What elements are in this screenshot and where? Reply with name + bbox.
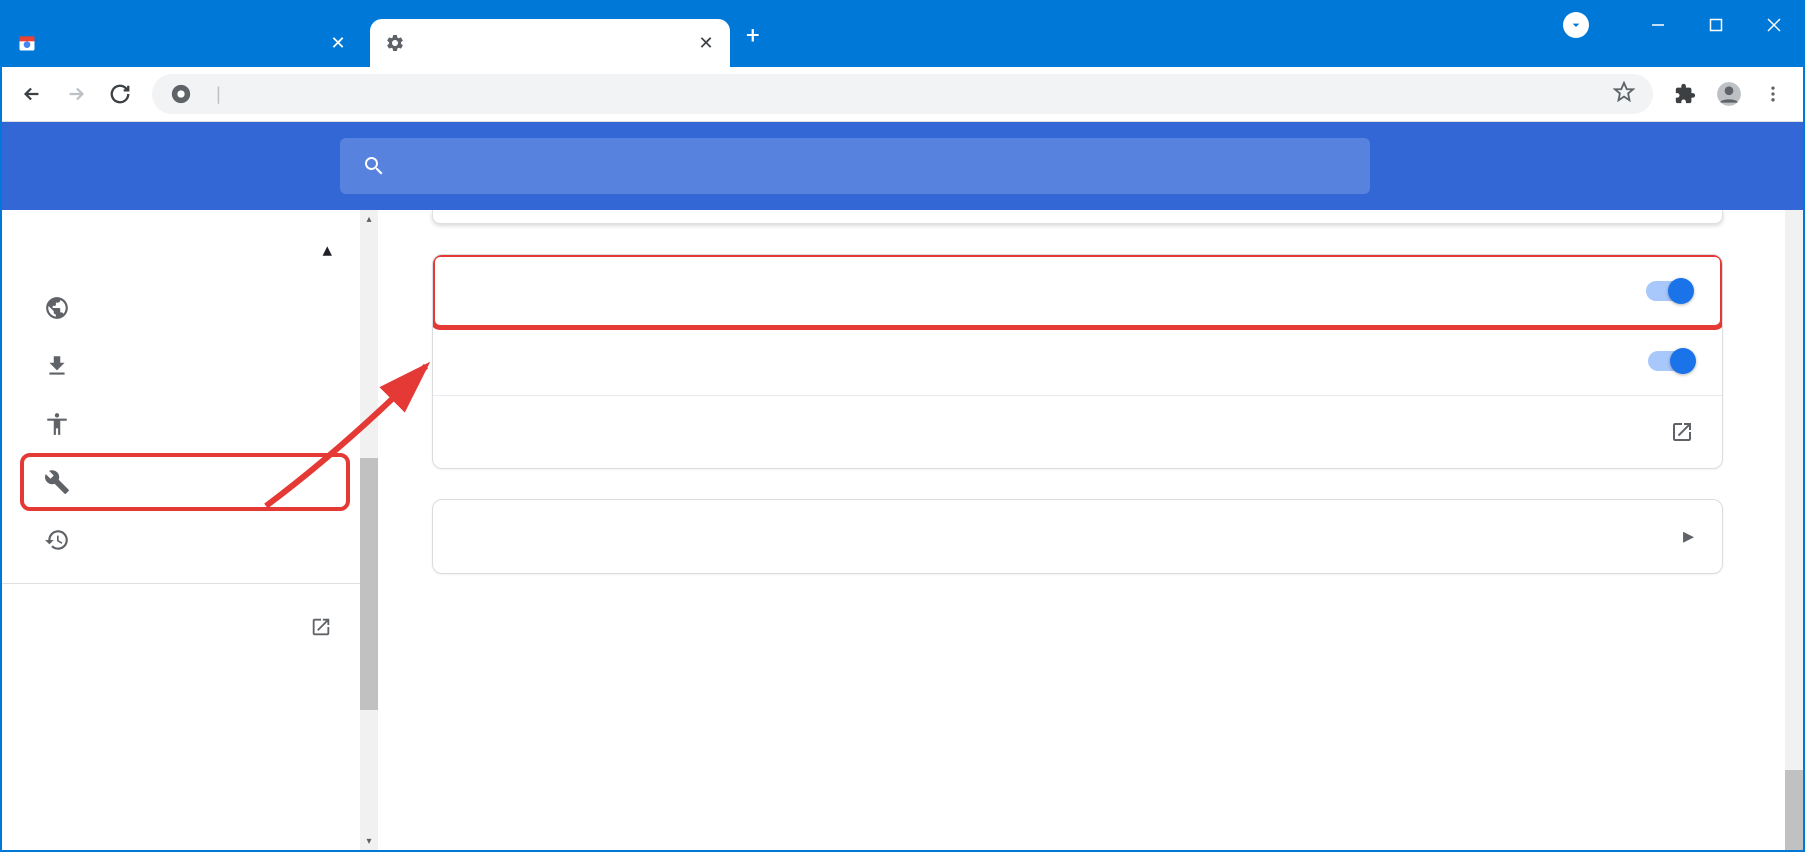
settings-main: ▸ (378, 210, 1803, 850)
sidebar-item-reset[interactable] (2, 511, 348, 569)
profile-avatar-icon[interactable] (1709, 74, 1749, 114)
sidebar-section-advanced[interactable]: ▴ (2, 220, 360, 279)
close-window-button[interactable] (1745, 2, 1803, 47)
tab-settings[interactable]: ✕ (370, 19, 730, 67)
menu-icon[interactable] (1753, 74, 1793, 114)
chevron-right-icon: ▸ (1683, 524, 1694, 549)
reload-button[interactable] (100, 74, 140, 114)
main-scrollbar[interactable] (1785, 210, 1803, 850)
search-shadow-strip (432, 210, 1723, 224)
sidebar-item-accessibility[interactable] (2, 395, 348, 453)
tab-close-icon[interactable]: ✕ (696, 33, 716, 54)
chevron-up-icon: ▴ (322, 238, 332, 261)
sidebar-item-downloads[interactable] (2, 337, 348, 395)
scroll-up-icon[interactable]: ▴ (360, 210, 378, 228)
reset-card: ▸ (432, 499, 1723, 574)
globe-icon (44, 295, 70, 321)
forward-button[interactable] (56, 74, 96, 114)
new-tab-button[interactable]: + (746, 21, 760, 49)
external-link-icon (310, 616, 332, 638)
settings-header (2, 122, 1803, 210)
window-controls (1563, 2, 1803, 47)
scroll-thumb[interactable] (1785, 770, 1803, 850)
restore-icon (44, 527, 70, 553)
external-link-icon (1670, 420, 1694, 444)
row-hardware-accel[interactable] (433, 327, 1722, 396)
row-proxy-settings[interactable] (433, 396, 1722, 468)
settings-favicon (384, 32, 406, 54)
minimize-button[interactable] (1629, 2, 1687, 47)
toggle-background-apps[interactable] (1646, 281, 1692, 301)
sidebar-item-system[interactable] (20, 453, 350, 511)
system-card (432, 254, 1723, 469)
search-icon (362, 154, 386, 178)
url-separator: | (216, 82, 221, 106)
sidebar-scrollbar[interactable]: ▴ ▾ (360, 210, 378, 850)
omnibox[interactable]: | (152, 74, 1653, 114)
accessibility-icon (44, 411, 70, 437)
back-button[interactable] (12, 74, 52, 114)
address-bar: | (2, 67, 1803, 122)
tab-close-icon[interactable]: ✕ (328, 33, 348, 54)
sidebar-item-languages[interactable] (2, 279, 348, 337)
search-settings-box[interactable] (340, 138, 1370, 194)
window-titlebar: ✕ ✕ + (2, 2, 1803, 67)
search-settings-input[interactable] (406, 155, 1348, 178)
chrome-icon (170, 83, 192, 105)
scroll-thumb[interactable] (360, 458, 378, 710)
sidebar-wrap: ▴ (2, 210, 378, 850)
bookmark-star-icon[interactable] (1613, 81, 1635, 107)
settings-sidebar: ▴ (2, 210, 360, 850)
download-icon (44, 353, 70, 379)
profile-indicator[interactable] (1563, 12, 1589, 38)
toggle-hardware-accel[interactable] (1648, 351, 1694, 371)
sidebar-item-extensions[interactable] (2, 598, 360, 656)
sidebar-divider (2, 583, 360, 584)
settings-content: ▴ (2, 210, 1803, 850)
row-restore-defaults[interactable]: ▸ (433, 500, 1722, 573)
webstore-favicon (16, 32, 38, 54)
tab-webstore[interactable]: ✕ (2, 19, 362, 67)
maximize-button[interactable] (1687, 2, 1745, 47)
row-background-apps[interactable] (432, 254, 1723, 330)
extensions-icon[interactable] (1665, 74, 1705, 114)
wrench-icon (44, 469, 70, 495)
scroll-down-icon[interactable]: ▾ (360, 832, 378, 850)
sidebar-item-about[interactable] (2, 656, 360, 692)
